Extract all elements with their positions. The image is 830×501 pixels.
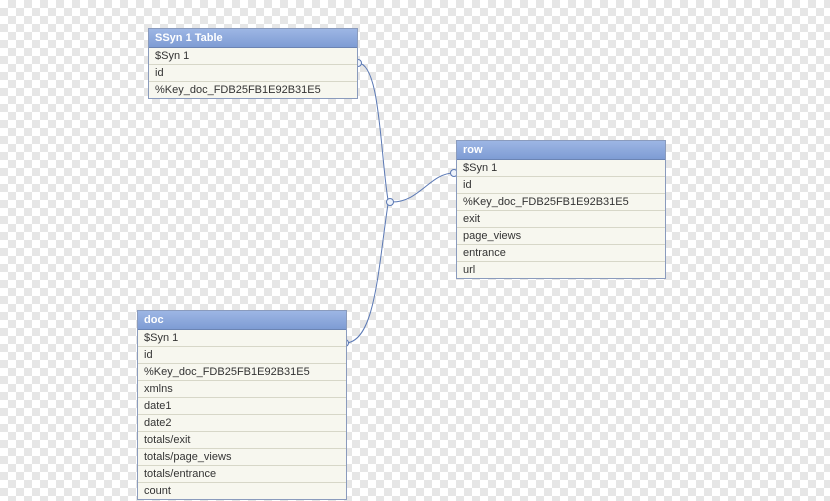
field-row[interactable]: page_views xyxy=(457,227,665,244)
field-row[interactable]: count xyxy=(138,482,346,499)
field-row[interactable]: date2 xyxy=(138,414,346,431)
field-row[interactable]: xmlns xyxy=(138,380,346,397)
field-row[interactable]: $Syn 1 xyxy=(138,330,346,346)
field-row[interactable]: id xyxy=(457,176,665,193)
field-row[interactable]: %Key_doc_FDB25FB1E92B31E5 xyxy=(457,193,665,210)
field-row[interactable]: $Syn 1 xyxy=(149,48,357,64)
entity-ssyn[interactable]: SSyn 1 Table $Syn 1 id %Key_doc_FDB25FB1… xyxy=(148,28,358,99)
field-row[interactable]: $Syn 1 xyxy=(457,160,665,176)
entity-row-title[interactable]: row xyxy=(457,141,665,160)
field-row[interactable]: totals/exit xyxy=(138,431,346,448)
field-row[interactable]: url xyxy=(457,261,665,278)
field-row[interactable]: totals/page_views xyxy=(138,448,346,465)
entity-ssyn-title[interactable]: SSyn 1 Table xyxy=(149,29,357,48)
entity-doc[interactable]: doc $Syn 1 id %Key_doc_FDB25FB1E92B31E5 … xyxy=(137,310,347,500)
entity-doc-title[interactable]: doc xyxy=(138,311,346,330)
field-row[interactable]: totals/entrance xyxy=(138,465,346,482)
diagram-canvas: SSyn 1 Table $Syn 1 id %Key_doc_FDB25FB1… xyxy=(0,0,830,501)
field-row[interactable]: %Key_doc_FDB25FB1E92B31E5 xyxy=(138,363,346,380)
relationship-edges xyxy=(0,0,830,501)
field-row[interactable]: %Key_doc_FDB25FB1E92B31E5 xyxy=(149,81,357,98)
entity-row[interactable]: row $Syn 1 id %Key_doc_FDB25FB1E92B31E5 … xyxy=(456,140,666,279)
field-row[interactable]: exit xyxy=(457,210,665,227)
field-row[interactable]: date1 xyxy=(138,397,346,414)
field-row[interactable]: id xyxy=(138,346,346,363)
field-row[interactable]: entrance xyxy=(457,244,665,261)
field-row[interactable]: id xyxy=(149,64,357,81)
